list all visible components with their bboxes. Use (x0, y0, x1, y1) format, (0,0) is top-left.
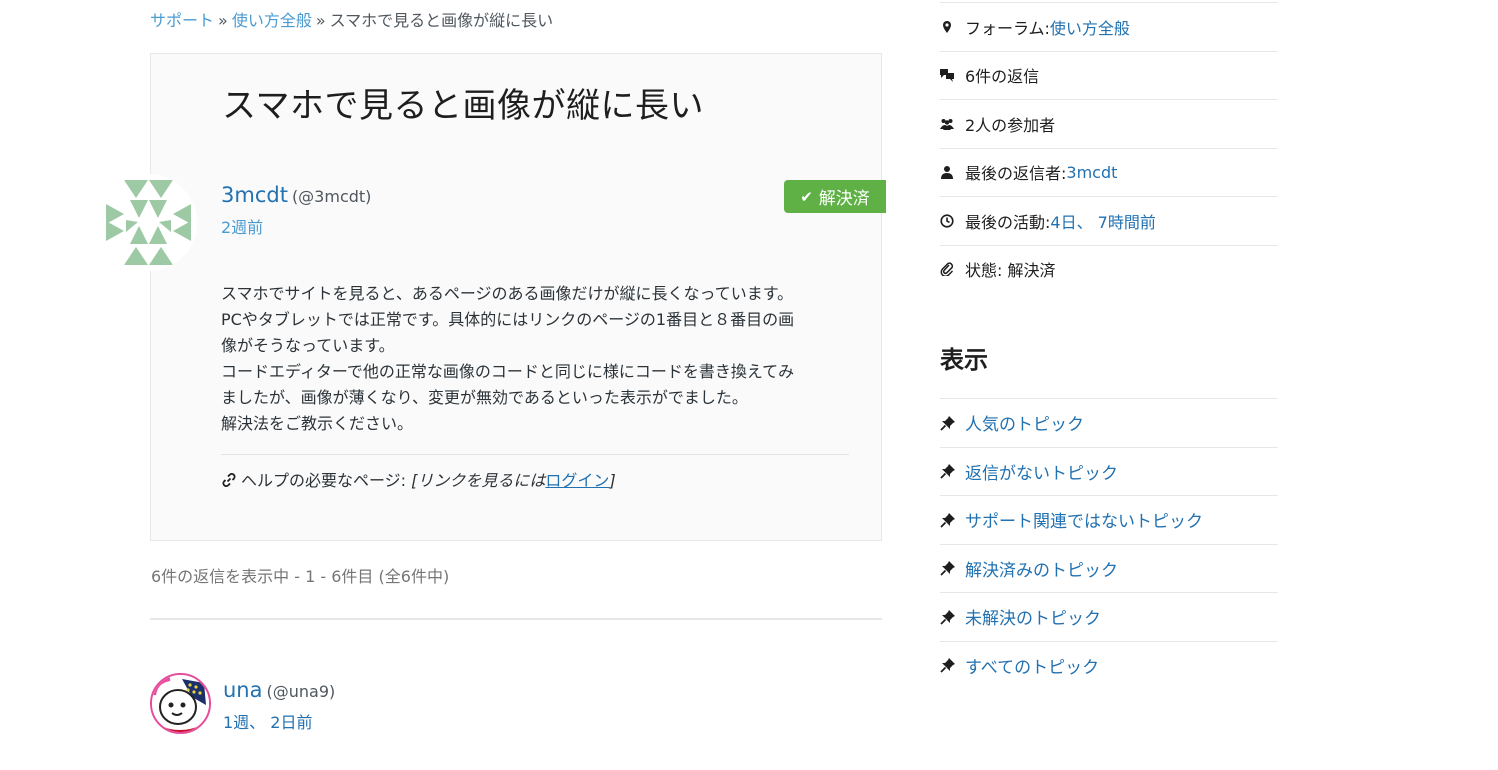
view-link[interactable]: サポート関連ではないトピック (965, 507, 1203, 532)
view-unresolved[interactable]: 未解決のトピック (940, 592, 1278, 641)
divider (150, 618, 882, 620)
pin-icon (940, 415, 965, 431)
identicon-icon (100, 174, 197, 271)
help-page-info: ヘルプの必要なページ: [リンクを見るにはログイン] (221, 467, 616, 491)
help-prefix: [リンクを見るには (411, 471, 546, 490)
topic-author[interactable]: 3mcdt (@3mcdt) (221, 183, 371, 207)
meta-replies: 6件の返信 (940, 50, 1278, 100)
view-link[interactable]: 返信がないトピック (965, 459, 1118, 484)
status-badge: ✔ 解決済 (784, 180, 886, 213)
views-title: 表示 (940, 346, 988, 374)
topic-meta-list: フォーラム: 使い方全般 6件の返信 2人の参加者 最後の返信者: 3mcdt … (940, 2, 1278, 293)
paperclip-icon (940, 262, 965, 277)
breadcrumb-current: スマホで見ると画像が縦に長い (329, 11, 554, 30)
view-link[interactable]: 人気のトピック (965, 410, 1084, 435)
login-link[interactable]: ログイン (545, 471, 609, 490)
post-line: 像がそうなっています。 (221, 336, 395, 355)
replies-summary: 6件の返信を表示中 - 1 - 6件目 (全6件中) (151, 567, 450, 586)
breadcrumb-separator: » (315, 11, 326, 30)
reply-time-link[interactable]: 1週、 2日前 (223, 709, 312, 733)
help-suffix: ] (609, 471, 616, 490)
replies-icon (940, 68, 965, 83)
meta-last-activity: 最後の活動: 4日、 7時間前 (940, 196, 1278, 245)
view-all[interactable]: すべてのトピック (940, 640, 1278, 690)
location-icon (940, 20, 965, 34)
breadcrumb: サポート» 使い方全般» スマホで見ると画像が縦に長い (150, 7, 553, 31)
post-line: 解決法をご教示ください。 (221, 414, 414, 433)
meta-forum-label: フォーラム: (965, 18, 1050, 38)
meta-participants-label: 2人の参加者 (965, 115, 1056, 135)
meta-participants: 2人の参加者 (940, 99, 1278, 148)
help-label: ヘルプの必要なページ: (241, 471, 407, 490)
meta-last-reply: 最後の返信者: 3mcdt (940, 147, 1278, 197)
pin-icon (940, 560, 965, 576)
reply-author[interactable]: una (@una9) (223, 678, 335, 702)
breadcrumb-separator: » (218, 11, 228, 30)
author-handle: (@3mcdt) (291, 187, 372, 206)
meta-status: 状態: 解決済 (940, 244, 1278, 294)
author-name: 3mcdt (221, 183, 288, 207)
meta-replies-label: 6件の返信 (965, 67, 1040, 87)
breadcrumb-forum[interactable]: 使い方全般 (232, 11, 312, 30)
pin-icon (940, 512, 965, 528)
meta-last-activity-label: 最後の活動: (965, 212, 1051, 232)
pin-icon (940, 463, 965, 479)
meta-status-label: 状態: 解決済 (965, 261, 1056, 281)
view-link[interactable]: 解決済みのトピック (965, 556, 1118, 581)
meta-last-reply-user[interactable]: 3mcdt (1066, 163, 1117, 182)
view-not-support[interactable]: サポート関連ではないトピック (940, 495, 1278, 544)
reply-author-name: una (223, 678, 263, 702)
meta-forum-link[interactable]: 使い方全般 (1050, 15, 1130, 39)
post-line: PCやタブレットでは正常です。具体的にはリンクのページの1番目と８番目の画 (221, 310, 795, 329)
reply-author-handle: (@una9) (266, 682, 336, 701)
view-popular[interactable]: 人気のトピック (940, 398, 1278, 447)
meta-forum: フォーラム: 使い方全般 (940, 2, 1278, 51)
views-list: 人気のトピック 返信がないトピック サポート関連ではないトピック 解決済みのトピ… (940, 398, 1278, 689)
status-badge-label: 解決済 (818, 189, 870, 209)
post-line: ましたが、画像が薄くなり、変更が無効であるといった表示がでました。 (221, 388, 748, 407)
avatar[interactable] (100, 174, 197, 271)
post-body: スマホでサイトを見ると、あるページのある画像だけが縦に長くなっています。 PCや… (221, 281, 853, 437)
post-line: スマホでサイトを見ると、あるページのある画像だけが縦に長くなっています。 (221, 284, 794, 303)
link-icon (222, 473, 236, 487)
view-no-replies[interactable]: 返信がないトピック (940, 446, 1278, 496)
post-line: コードエディターで他の正常な画像のコードと同じに様にコードを書き換えてみ (221, 362, 795, 381)
view-resolved[interactable]: 解決済みのトピック (940, 543, 1278, 593)
meta-last-activity-link[interactable]: 4日、 7時間前 (1050, 209, 1155, 233)
meta-last-reply-label: 最後の返信者: (965, 164, 1067, 184)
reply-avatar[interactable] (150, 673, 211, 734)
user-icon (940, 165, 965, 180)
participants-icon (940, 117, 965, 131)
clock-icon (940, 214, 965, 228)
view-link[interactable]: 未解決のトピック (965, 604, 1101, 629)
view-link[interactable]: すべてのトピック (965, 653, 1099, 678)
sidebar: フォーラム: 使い方全般 6件の返信 2人の参加者 最後の返信者: 3mcdt … (940, 0, 1278, 678)
pin-icon (940, 609, 965, 625)
topic-time-link[interactable]: 2週前 (221, 214, 263, 238)
check-icon: ✔ (800, 187, 813, 206)
breadcrumb-support[interactable]: サポート (150, 11, 214, 30)
mascot-avatar-icon (152, 675, 209, 732)
divider (221, 454, 849, 455)
page-title: スマホで見ると画像が縦に長い (222, 86, 704, 126)
pin-icon (940, 657, 965, 673)
